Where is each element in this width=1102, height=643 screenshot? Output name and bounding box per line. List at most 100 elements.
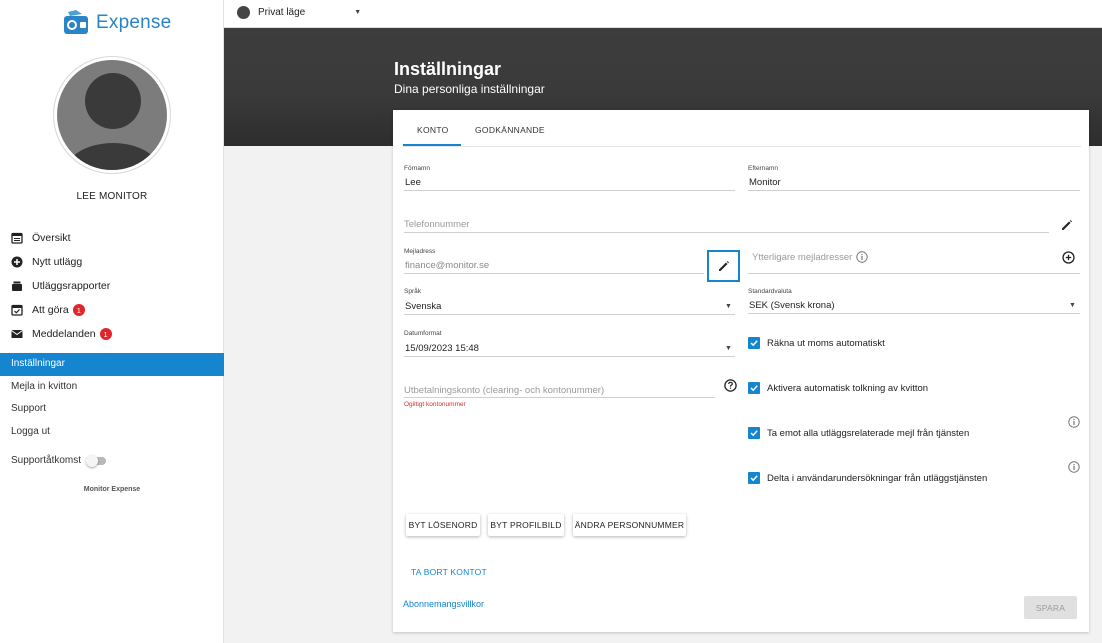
- terms-link[interactable]: Abonnemangsvillkor: [403, 599, 484, 609]
- todo-count-badge: 1: [72, 304, 85, 316]
- help-circle-icon: [723, 378, 737, 392]
- date-format-underline: [404, 356, 735, 357]
- app-name: Expense: [96, 12, 172, 33]
- payout-account-placeholder[interactable]: Utbetalningskonto (clearing- och kontonu…: [404, 385, 604, 396]
- nav-item-logout[interactable]: Logga ut: [0, 421, 224, 444]
- date-format-label: Datumformat: [404, 330, 442, 337]
- checkbox-checked-icon[interactable]: [748, 382, 760, 394]
- tab-bar: KONTO GODKÄNNANDE: [393, 110, 1089, 147]
- email-label: Mejladress: [404, 248, 436, 255]
- tab-divider: [403, 146, 1081, 147]
- nav-item-messages[interactable]: Meddelanden 1: [0, 322, 224, 346]
- payout-help-button[interactable]: [722, 377, 738, 393]
- settings-card: KONTO GODKÄNNANDE Förnamn Lee Efternamn …: [393, 110, 1089, 632]
- caret-down-icon: ▼: [1069, 302, 1076, 309]
- support-access-label: Supportåtkomst: [11, 455, 82, 466]
- support-access-toggle[interactable]: [86, 454, 107, 467]
- caret-down-icon: ▼: [725, 303, 732, 310]
- checkbox-auto-parse[interactable]: Aktivera automatisk tolkning av kvitton: [748, 382, 928, 394]
- nav-item-email-receipts[interactable]: Mejla in kvitton: [0, 376, 224, 399]
- checkbox-label: Ta emot alla utläggsrelaterade mejl från…: [767, 427, 970, 439]
- caret-down-icon: ▼: [354, 9, 362, 16]
- first-name-value[interactable]: Lee: [405, 177, 421, 188]
- last-name-label: Efternamn: [748, 165, 778, 172]
- brand-footer: Monitor Expense: [83, 486, 141, 493]
- nav-item-support[interactable]: Support: [0, 398, 224, 421]
- nav-label: Översikt: [32, 232, 71, 244]
- nav-label: Meddelanden: [32, 328, 96, 340]
- pencil-icon: [718, 261, 729, 271]
- email-value: finance@monitor.se: [405, 260, 490, 271]
- info-icon[interactable]: [1068, 461, 1080, 476]
- checkbox-user-surveys[interactable]: Delta i användarundersökningar från utlä…: [748, 472, 987, 484]
- page-subtitle: Dina personliga inställningar: [394, 82, 545, 96]
- checkbox-auto-vat[interactable]: Räkna ut moms automatiskt: [748, 337, 885, 349]
- phone-underline: [404, 232, 1049, 233]
- nav-label: Att göra: [32, 304, 69, 316]
- caret-down-icon: ▼: [725, 345, 732, 352]
- change-password-button[interactable]: BYT LÖSENORD: [406, 514, 480, 536]
- payout-account-underline: [404, 397, 715, 398]
- nav-label: Nytt utlägg: [32, 256, 83, 268]
- extra-emails-placeholder[interactable]: Ytterligare mejladresser: [752, 252, 852, 263]
- page-title: Inställningar: [394, 59, 502, 79]
- add-email-button[interactable]: [1058, 248, 1078, 266]
- top-bar: Privat läge ▼: [224, 0, 1102, 28]
- first-name-underline: [404, 190, 735, 191]
- last-name-underline: [748, 190, 1080, 191]
- edit-email-button[interactable]: [707, 250, 740, 282]
- email-underline: [404, 273, 704, 274]
- checkbox-label: Räkna ut moms automatiskt: [767, 337, 885, 349]
- pencil-icon: [1062, 220, 1072, 230]
- wallet-logo-icon: [62, 10, 90, 36]
- main-nav: Översikt Nytt utlägg Utläggsrapporter At…: [0, 226, 224, 346]
- last-name-value[interactable]: Monitor: [749, 177, 781, 188]
- phone-placeholder[interactable]: Telefonnummer: [404, 219, 469, 230]
- tab-approval[interactable]: GODKÄNNANDE: [475, 125, 545, 135]
- messages-count-badge: 1: [99, 328, 112, 340]
- checkbox-checked-icon[interactable]: [748, 472, 760, 484]
- checkbox-receive-emails[interactable]: Ta emot alla utläggsrelaterade mejl från…: [748, 427, 969, 439]
- mode-label: Privat läge: [258, 7, 306, 18]
- support-access-row: Supportåtkomst: [11, 454, 107, 467]
- plus-circle-outline-icon: [1061, 250, 1075, 264]
- nav-item-todo[interactable]: Att göra 1: [0, 298, 224, 322]
- change-personal-number-button[interactable]: ÄNDRA PERSONNUMMER: [573, 514, 686, 536]
- secondary-nav: Inställningar Mejla in kvitton Support L…: [0, 353, 224, 443]
- language-value: Svenska: [405, 301, 442, 312]
- change-photo-button[interactable]: BYT PROFILBILD: [488, 514, 564, 536]
- first-name-label: Förnamn: [404, 165, 431, 172]
- app-logo[interactable]: Expense: [62, 10, 171, 36]
- save-button[interactable]: SPARA: [1024, 596, 1077, 619]
- payout-account-error: Ogiltigt kontonummer: [404, 401, 466, 408]
- envelope-icon: [11, 328, 23, 340]
- nav-item-new-expense[interactable]: Nytt utlägg: [0, 250, 224, 274]
- currency-value: SEK (Svensk krona): [749, 300, 835, 311]
- checked-calendar-icon: [11, 304, 23, 316]
- info-icon[interactable]: [856, 251, 868, 266]
- nav-label: Utläggsrapporter: [32, 280, 111, 292]
- nav-item-settings[interactable]: Inställningar: [0, 353, 224, 376]
- info-icon[interactable]: [1068, 416, 1080, 431]
- nav-item-expense-reports[interactable]: Utläggsrapporter: [0, 274, 224, 298]
- mode-select[interactable]: Privat läge ▼: [237, 6, 361, 19]
- avatar[interactable]: [53, 56, 171, 174]
- extra-emails-underline: [748, 273, 1080, 274]
- tab-account[interactable]: KONTO: [417, 125, 449, 135]
- avatar-placeholder-icon: [57, 60, 167, 170]
- calendar-list-icon: [11, 232, 23, 244]
- checkbox-label: Aktivera automatisk tolkning av kvitton: [767, 382, 929, 394]
- nav-item-overview[interactable]: Översikt: [0, 226, 224, 250]
- delete-account-button[interactable]: TA BORT KONTOT: [411, 567, 487, 577]
- user-name: LEE MONITOR: [76, 191, 148, 202]
- edit-phone-button[interactable]: [1057, 216, 1077, 234]
- checkbox-checked-icon[interactable]: [748, 337, 760, 349]
- language-label: Språk: [404, 288, 421, 295]
- plus-circle-icon: [11, 256, 23, 268]
- currency-label: Standardvaluta: [748, 288, 792, 295]
- sidebar: Expense LEE MONITOR Översikt Nytt utlägg…: [0, 0, 224, 643]
- inbox-tray-icon: [11, 280, 23, 292]
- checkbox-checked-icon[interactable]: [748, 427, 760, 439]
- date-format-value: 15/09/2023 15:48: [405, 343, 479, 354]
- currency-underline: [748, 313, 1080, 314]
